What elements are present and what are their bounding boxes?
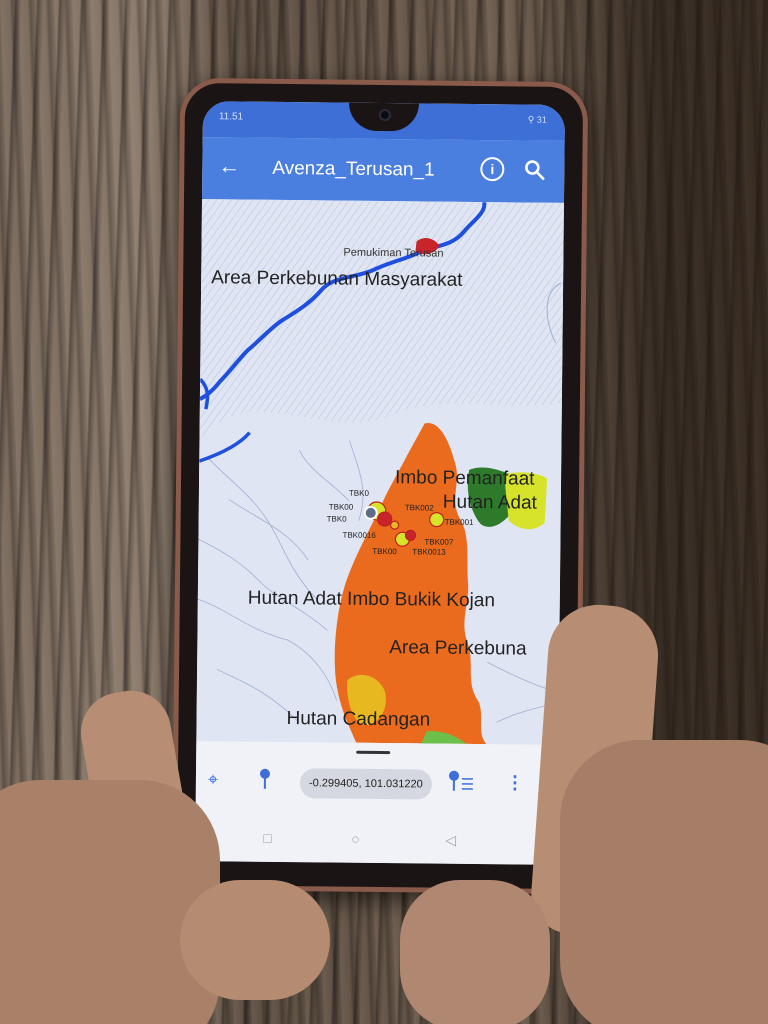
pin-list-icon[interactable] (448, 770, 474, 792)
android-nav-bar: □ ○ ◁ (195, 819, 557, 863)
arrow-left-icon[interactable]: ← (218, 153, 240, 178)
point-label[interactable]: TBK007 (424, 537, 453, 546)
label-area-perkebunan-masyarakat: Area Perkebunan Masyarakat (211, 267, 463, 291)
point-label[interactable]: TBK0 (327, 514, 347, 523)
photo-scene: 11.51 ⚲ 31 ← Avenza_Terusan_1 i Pemukima… (0, 0, 768, 1024)
front-camera (378, 108, 391, 122)
left-fingertip (180, 880, 330, 1000)
info-icon[interactable]: i (480, 157, 505, 182)
label-hutan-cadangan: Hutan Cadangan (286, 708, 431, 731)
label-pemukiman-terusan: Pemukiman Terusan (343, 246, 444, 260)
label-hutan-adat: Hutan Adat (442, 491, 537, 514)
left-hand (0, 780, 220, 1024)
point-label[interactable]: TBK001 (445, 518, 474, 527)
bottom-toolbar: ⌖ -0.299405, 101.031220 ⋮ □ ○ ◁ (195, 741, 559, 865)
map-title: Avenza_Terusan_1 (272, 157, 435, 181)
label-imbo-pemanfaat: Imbo Pemanfaat (394, 467, 535, 490)
drawer-handle[interactable] (356, 750, 391, 755)
point-label[interactable]: TBK0 (349, 489, 369, 498)
crosshair-icon[interactable]: ⌖ (208, 769, 218, 790)
right-fingertip (400, 880, 550, 1024)
point-label[interactable]: TBK0016 (342, 531, 375, 540)
label-area-perkebuna: Area Perkebuna (389, 637, 527, 660)
home-icon[interactable]: ○ (351, 831, 360, 847)
coordinate-readout[interactable]: -0.299405, 101.031220 (299, 768, 433, 800)
back-nav-icon[interactable]: ◁ (445, 832, 456, 849)
more-vertical-icon[interactable]: ⋮ (506, 772, 524, 793)
point-label[interactable]: TBK002 (405, 503, 434, 512)
status-bar: 11.51 ⚲ 31 (202, 101, 566, 141)
map-view[interactable]: Pemukiman Terusan Area Perkebunan Masyar… (196, 199, 564, 745)
smartphone: 11.51 ⚲ 31 ← Avenza_Terusan_1 i Pemukima… (171, 77, 589, 895)
app-bar: ← Avenza_Terusan_1 i (201, 137, 565, 203)
label-hutan-adat-imbo-bukik-kojan: Hutan Adat Imbo Bukik Kojan (247, 587, 496, 612)
point-label[interactable]: TBK00 (372, 547, 397, 556)
status-indicators: ⚲ 31 (527, 114, 547, 125)
right-hand (560, 740, 768, 1024)
search-icon[interactable] (522, 157, 546, 181)
point-label[interactable]: TBK00 (329, 502, 354, 511)
pin-icon[interactable] (258, 768, 272, 790)
point-label[interactable]: TBK0013 (412, 547, 445, 556)
phone-screen: 11.51 ⚲ 31 ← Avenza_Terusan_1 i Pemukima… (195, 101, 566, 865)
camera-notch (348, 102, 420, 132)
status-time: 11.51 (218, 111, 244, 123)
recents-icon[interactable]: □ (263, 830, 272, 846)
